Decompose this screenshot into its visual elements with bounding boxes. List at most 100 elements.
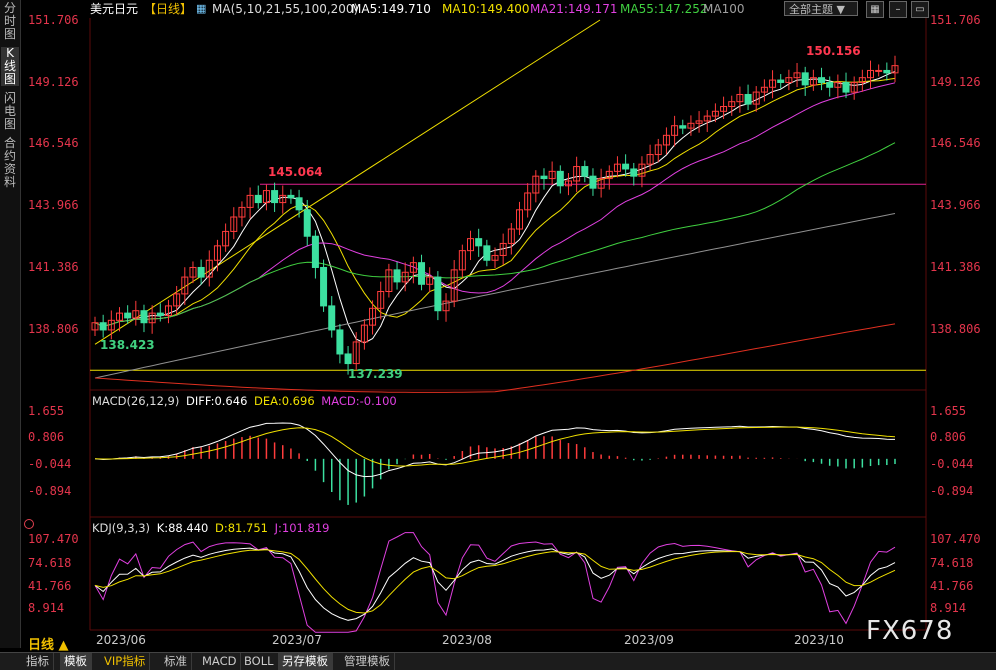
chart-area[interactable] (0, 0, 996, 652)
macd-dea-line (94, 426, 896, 467)
candle-body (589, 175, 597, 189)
month-label: 2023/10 (794, 633, 844, 647)
ma100-line (94, 213, 896, 379)
candle-body (679, 125, 687, 129)
candle-body (883, 69, 891, 74)
price-label-right: 141.386 (930, 260, 981, 274)
kdj-j: J:101.819 (274, 521, 330, 535)
candle-body (581, 166, 589, 177)
ma10-line (94, 77, 896, 327)
tab-template[interactable]: 模板 (60, 653, 92, 670)
candle-body (801, 72, 809, 86)
kdj-axis-left: 107.470 (28, 532, 79, 546)
candle-body (140, 310, 148, 324)
candle-body (254, 194, 262, 204)
candle-body (336, 329, 344, 355)
kdj-axis-left: 74.618 (28, 556, 72, 570)
tab-manage-template[interactable]: 管理模板 (340, 653, 395, 670)
candle-body (311, 235, 319, 268)
candle-body (540, 175, 548, 180)
candle-body (630, 168, 638, 177)
low-annotation: 138.423 (100, 338, 155, 352)
candle-body (320, 266, 328, 307)
ma55-line (94, 142, 896, 327)
price-label-right: 143.966 (930, 198, 981, 212)
tab-standard[interactable]: 标准 (160, 653, 192, 670)
price-label-left: 151.706 (28, 13, 79, 27)
candle-body (818, 77, 826, 83)
macd-axis-right: -0.044 (930, 457, 974, 471)
price-label-right: 138.806 (930, 322, 981, 336)
tab-save-template[interactable]: 另存模板 (278, 653, 333, 670)
month-label: 2023/08 (442, 633, 492, 647)
candle-body (303, 209, 311, 237)
kdj-axis-right: 74.618 (930, 556, 974, 570)
kdj-j-line (94, 532, 896, 633)
macd-axis-right: -0.894 (930, 484, 974, 498)
candle-body (295, 197, 303, 211)
macd-title: MACD(26,12,9) (92, 394, 180, 408)
high-annotation: 150.156 (806, 44, 861, 58)
watermark-logo: FX678 (866, 616, 954, 646)
ma5-line (94, 70, 896, 344)
bottom-toolbar: 指标 模板 VIP指标 标准 MACD BOLL 另存模板 管理模板 (0, 652, 996, 670)
kdj-axis-right: 8.914 (930, 601, 967, 615)
kdj-axis-left: 8.914 (28, 601, 65, 615)
panel-settings-icon[interactable] (24, 519, 34, 529)
kdj-d: D:81.751 (215, 521, 268, 535)
kdj-title-row: KDJ(9,3,3) K:88.440 D:81.751 J:101.819 (92, 521, 329, 535)
candle-body (826, 81, 834, 88)
candle-body (842, 81, 850, 93)
candle-body (99, 322, 107, 331)
candle-body (475, 238, 483, 247)
tab-macd[interactable]: MACD (198, 653, 242, 670)
macd-axis-right: 0.806 (930, 430, 967, 444)
candle-body (556, 170, 564, 187)
candle-body (434, 276, 442, 312)
price-label-left: 146.546 (28, 136, 79, 150)
macd-value: MACD:-0.100 (321, 394, 397, 408)
macd-axis-right: 1.655 (930, 404, 967, 418)
month-label: 2023/07 (272, 633, 322, 647)
period-button[interactable]: 日线 ▲ (28, 634, 69, 653)
candle-body (483, 245, 491, 261)
price-label-left: 149.126 (28, 75, 79, 89)
ma200-line (94, 323, 896, 393)
tab-boll[interactable]: BOLL (240, 653, 279, 670)
macd-axis-left: -0.894 (28, 484, 72, 498)
price-label-right: 151.706 (930, 13, 981, 27)
candle-body (744, 93, 752, 105)
price-label-left: 138.806 (28, 322, 79, 336)
candle-body (156, 312, 164, 317)
price-label-left: 141.386 (28, 260, 79, 274)
candle-body (287, 194, 295, 199)
month-label: 2023/06 (96, 633, 146, 647)
mid-high-annotation: 145.064 (268, 165, 323, 179)
tab-vip-indicator[interactable]: VIP指标 (100, 653, 151, 670)
price-label-left: 143.966 (28, 198, 79, 212)
trend-line (94, 19, 601, 345)
macd-axis-left: -0.044 (28, 457, 72, 471)
kdj-k-line (94, 547, 896, 621)
macd-diff: DIFF:0.646 (186, 394, 248, 408)
macd-axis-left: 0.806 (28, 430, 65, 444)
macd-axis-left: 1.655 (28, 404, 65, 418)
tab-indicator[interactable]: 指标 (22, 653, 54, 670)
candle-body (622, 163, 630, 170)
candle-body (124, 312, 132, 319)
macd-title-row: MACD(26,12,9) DIFF:0.646 DEA:0.696 MACD:… (92, 394, 397, 408)
macd-dea: DEA:0.696 (254, 394, 315, 408)
candle-body (271, 190, 279, 204)
candle-body (344, 353, 352, 365)
kdj-axis-right: 107.470 (930, 532, 981, 546)
candle-body (328, 305, 336, 331)
kdj-title: KDJ(9,3,3) (92, 521, 151, 535)
price-label-right: 146.546 (930, 136, 981, 150)
candle-body (418, 262, 426, 285)
kdj-axis-right: 41.766 (930, 579, 974, 593)
price-label-right: 149.126 (930, 75, 981, 89)
candle-body (197, 266, 205, 278)
mid-low-annotation: 137.239 (348, 367, 403, 381)
candle-body (777, 79, 785, 83)
candle-body (393, 269, 401, 283)
